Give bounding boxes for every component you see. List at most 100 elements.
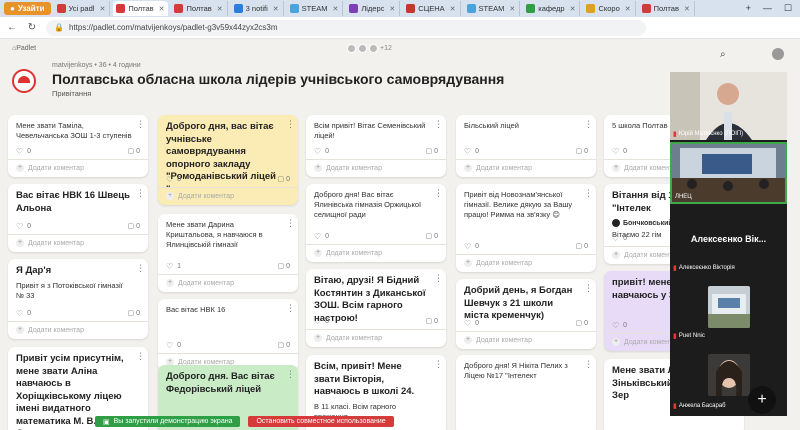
participant-tile[interactable]: ▮ Puet Nnic: [670, 328, 787, 342]
search-icon[interactable]: ⌕: [720, 49, 726, 60]
browser-tab[interactable]: Усі padl ✕: [54, 1, 111, 16]
post-menu-icon[interactable]: ⋮: [584, 284, 593, 293]
close-tab-icon[interactable]: ✕: [217, 5, 223, 13]
comments-button[interactable]: ▢ 0: [278, 175, 290, 183]
close-tab-icon[interactable]: ✕: [570, 5, 576, 13]
post-card[interactable]: ⋮ Мене звати Таміла, Чевельчанська ЗОШ 1-…: [8, 115, 148, 177]
add-comment-button[interactable]: + Додати коментар: [166, 279, 234, 287]
close-tab-icon[interactable]: ✕: [450, 5, 456, 13]
browser-tab[interactable]: Полтав ✕: [639, 1, 695, 16]
like-button[interactable]: ♡ 0: [464, 242, 479, 251]
browser-tab[interactable]: Лідерс ✕: [346, 1, 401, 16]
post-menu-icon[interactable]: ⋮: [584, 360, 593, 369]
browser-tab[interactable]: кафедр ✕: [523, 1, 581, 16]
like-button[interactable]: ♡ 0: [612, 321, 627, 330]
participant-tile[interactable]: ▮ Алексеєнко Вікторія: [670, 260, 787, 274]
close-tab-icon[interactable]: ✕: [332, 5, 338, 13]
comments-button[interactable]: ▢ 0: [278, 341, 290, 349]
post-menu-icon[interactable]: ⋮: [286, 304, 295, 313]
post-card[interactable]: ⋮ Я Дар'я Привіт я з Потоківської гімназії…: [8, 259, 148, 339]
add-tab-icon[interactable]: +: [746, 3, 751, 14]
add-comment-button[interactable]: + Додати коментар: [464, 259, 532, 267]
add-comment-button[interactable]: + Додати коментар: [464, 164, 532, 172]
add-comment-button[interactable]: + Додати коментар: [314, 164, 382, 172]
add-comment-button[interactable]: + Додати коментар: [16, 326, 84, 334]
close-tab-icon[interactable]: ✕: [273, 5, 279, 13]
comments-button[interactable]: ▢ 0: [576, 242, 588, 250]
like-button[interactable]: ♡ 0: [16, 147, 31, 156]
like-button[interactable]: ♡ 0: [612, 147, 627, 156]
padlet-logo[interactable]: ⌂Padlet: [12, 45, 36, 52]
like-button[interactable]: ♡ 0: [464, 319, 479, 328]
post-card[interactable]: ⋮ Мене звати Дарина Криштальова, я навчаю…: [158, 214, 298, 292]
post-menu-icon[interactable]: ⋮: [136, 189, 145, 198]
close-tab-icon[interactable]: ✕: [684, 5, 690, 13]
post-menu-icon[interactable]: ⋮: [434, 274, 443, 283]
post-card[interactable]: ⋮ Доброго дня! Вас вітає Ялинівська гімна…: [306, 184, 446, 262]
like-button[interactable]: ♡ 0: [16, 309, 31, 318]
post-menu-icon[interactable]: ⋮: [286, 120, 295, 129]
like-button[interactable]: ♡ 0: [314, 147, 329, 156]
close-tab-icon[interactable]: ✕: [389, 5, 395, 13]
comments-button[interactable]: ▢ 0: [576, 147, 588, 155]
post-card[interactable]: ⋮ Вітаю, друзі! Я Бідний Костянтин з Дика…: [306, 269, 446, 347]
like-button[interactable]: ♡ 0: [166, 175, 181, 184]
comments-button[interactable]: ▢ 0: [576, 319, 588, 327]
like-button[interactable]: ♡ 0: [166, 341, 181, 350]
post-card[interactable]: ⋮ Всім привіт! Вітає Семенівський ліцей! ♡…: [306, 115, 446, 177]
participant-tile[interactable]: ▮ Юрій Матвієнко (ПОІП): [670, 72, 787, 140]
post-menu-icon[interactable]: ⋮: [584, 120, 593, 129]
add-post-button[interactable]: +: [748, 386, 776, 414]
post-card[interactable]: ⋮ Доброго дня! Я Нікіта Пелих з Ліцею №17…: [456, 355, 596, 430]
like-button[interactable]: ♡ 0: [314, 317, 329, 326]
post-card[interactable]: ⋮ Доброго дня, вас вітає учнівське самовр…: [158, 115, 298, 205]
browser-tab[interactable]: Полтав ✕: [171, 1, 228, 16]
browser-tab[interactable]: СЦЕНА ✕: [403, 1, 461, 16]
close-tab-icon[interactable]: ✕: [625, 5, 631, 13]
stop-sharing-button[interactable]: Остановить совместное использование: [248, 416, 394, 427]
close-tab-icon[interactable]: ✕: [509, 5, 515, 13]
post-card[interactable]: ⋮ Вас вітає НВК 16 Швець Альона ♡ 0 ▢ 0 + Дода…: [8, 184, 148, 252]
add-comment-button[interactable]: + Додати коментар: [16, 164, 84, 172]
browser-tab[interactable]: Скоро ✕: [583, 1, 636, 16]
post-menu-icon[interactable]: ⋮: [286, 219, 295, 228]
close-tab-icon[interactable]: ✕: [159, 5, 165, 13]
comments-button[interactable]: ▢ 0: [426, 232, 438, 240]
add-comment-button[interactable]: + Додати коментар: [314, 249, 382, 257]
post-menu-icon[interactable]: ⋮: [434, 120, 443, 129]
like-button[interactable]: ♡ 0: [16, 222, 31, 231]
comments-button[interactable]: ▢ 0: [426, 317, 438, 325]
post-menu-icon[interactable]: ⋮: [136, 352, 145, 361]
maximize-icon[interactable]: ☐: [784, 3, 792, 14]
like-button[interactable]: ♡ 1: [166, 262, 181, 271]
add-comment-button[interactable]: + Додати коментар: [314, 334, 382, 342]
browser-tab[interactable]: Полтав ✕: [113, 1, 169, 16]
comments-button[interactable]: ▢ 0: [278, 262, 290, 270]
url-field[interactable]: 🔒 https://padlet.com/matvijenkoys/padlet…: [46, 19, 646, 36]
account-avatar[interactable]: [772, 48, 784, 60]
add-comment-button[interactable]: + Додати коментар: [166, 192, 234, 200]
comments-button[interactable]: ▢ 0: [128, 222, 140, 230]
back-icon[interactable]: ←: [6, 22, 18, 33]
close-tab-icon[interactable]: ✕: [99, 5, 105, 13]
post-menu-icon[interactable]: ⋮: [136, 120, 145, 129]
comments-button[interactable]: ▢ 0: [128, 309, 140, 317]
browser-tab[interactable]: STEAM ✕: [287, 1, 344, 16]
post-card[interactable]: ⋮ Привіт від Новознам'янської гімназії. В…: [456, 184, 596, 272]
like-button[interactable]: ♡ 0: [464, 147, 479, 156]
participant-tile[interactable]: ЛНЕЦ: [670, 142, 787, 204]
post-card[interactable]: ⋮ Добрий день, я Богдан Шевчук з 21 школи…: [456, 279, 596, 349]
comments-button[interactable]: ▢ 0: [426, 147, 438, 155]
comments-button[interactable]: ▢ 0: [128, 147, 140, 155]
add-comment-button[interactable]: + Додати коментар: [16, 239, 84, 247]
browser-tab[interactable]: STEAM ✕: [464, 1, 521, 16]
add-comment-button[interactable]: + Додати коментар: [464, 336, 532, 344]
like-button[interactable]: ♡ 0: [314, 232, 329, 241]
minimize-icon[interactable]: —: [763, 3, 772, 14]
post-menu-icon[interactable]: ⋮: [136, 264, 145, 273]
like-button[interactable]: ♡ 0: [612, 234, 627, 243]
reload-icon[interactable]: ↻: [26, 22, 38, 33]
profile-login-button[interactable]: ● Узайти: [4, 2, 51, 15]
post-menu-icon[interactable]: ⋮: [434, 189, 443, 198]
post-menu-icon[interactable]: ⋮: [286, 370, 295, 379]
